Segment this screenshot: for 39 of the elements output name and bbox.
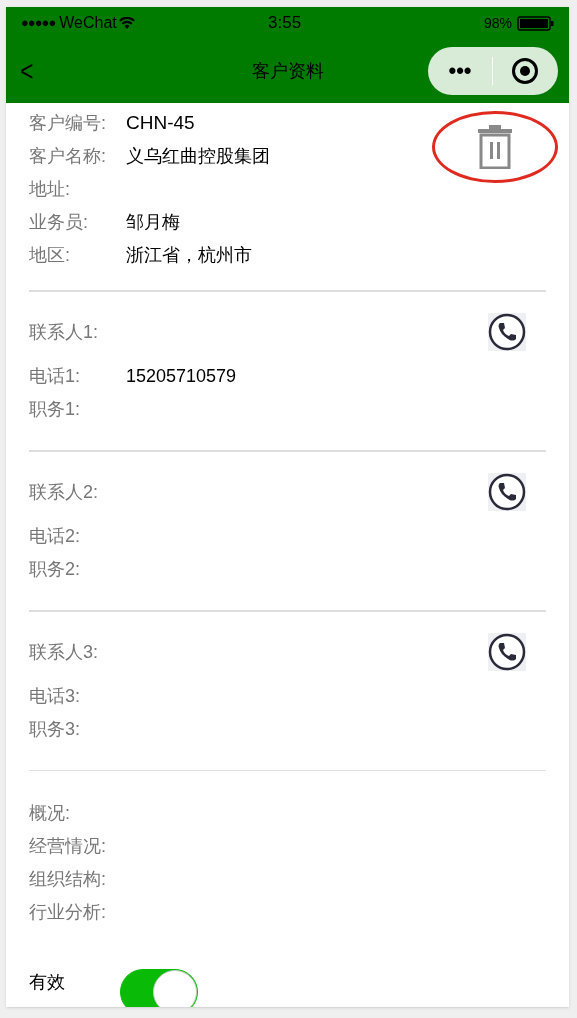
field-label: 电话3: [29, 685, 81, 708]
carrier-text: WeChat [59, 13, 117, 33]
page-title: 客户资料 [251, 59, 324, 83]
wifi-icon [118, 16, 135, 30]
field-label: 客户编号: [29, 112, 107, 135]
field-value: CHN-45 [126, 111, 195, 136]
field-label: 组织结构: [29, 868, 107, 891]
field-label: 联系人3: [29, 640, 99, 664]
field-label: 地址: [29, 178, 71, 201]
field-label: 电话2: [29, 525, 81, 548]
valid-label: 有效 [29, 971, 66, 994]
field-label: 客户名称: [29, 145, 107, 168]
field-label: 电话1: [29, 365, 81, 388]
back-button[interactable]: < [20, 56, 34, 86]
field-value: 浙江省，杭州市 [126, 244, 252, 267]
more-button[interactable]: ••• [428, 60, 492, 82]
trash-icon[interactable] [477, 125, 513, 169]
field-label: 行业分析: [29, 901, 107, 924]
battery-text: 98% [483, 13, 512, 33]
toggle-switch[interactable] [120, 969, 198, 1007]
time-text: 3:55 [268, 12, 302, 35]
phone-number: 15205710579 [126, 365, 237, 388]
close-icon[interactable] [511, 57, 539, 85]
field-value: 邹月梅 [126, 211, 180, 234]
battery-icon [517, 15, 554, 31]
field-label: 职务2: [29, 558, 81, 581]
phone-call-icon[interactable] [488, 633, 526, 671]
field-label: 职务1: [29, 398, 81, 421]
field-value: 义乌红曲控股集团 [126, 145, 270, 168]
phone-call-icon[interactable] [488, 313, 526, 351]
field-label: 地区: [29, 244, 71, 267]
signal-text: ●●●●● [21, 14, 56, 33]
field-label: 经营情况: [29, 835, 107, 858]
field-label: 联系人2: [29, 480, 99, 504]
field-label: 业务员: [29, 211, 89, 234]
field-label: 联系人1: [29, 320, 99, 344]
field-label: 概况: [29, 802, 71, 825]
field-label: 职务3: [29, 718, 81, 741]
phone-call-icon[interactable] [488, 473, 526, 511]
